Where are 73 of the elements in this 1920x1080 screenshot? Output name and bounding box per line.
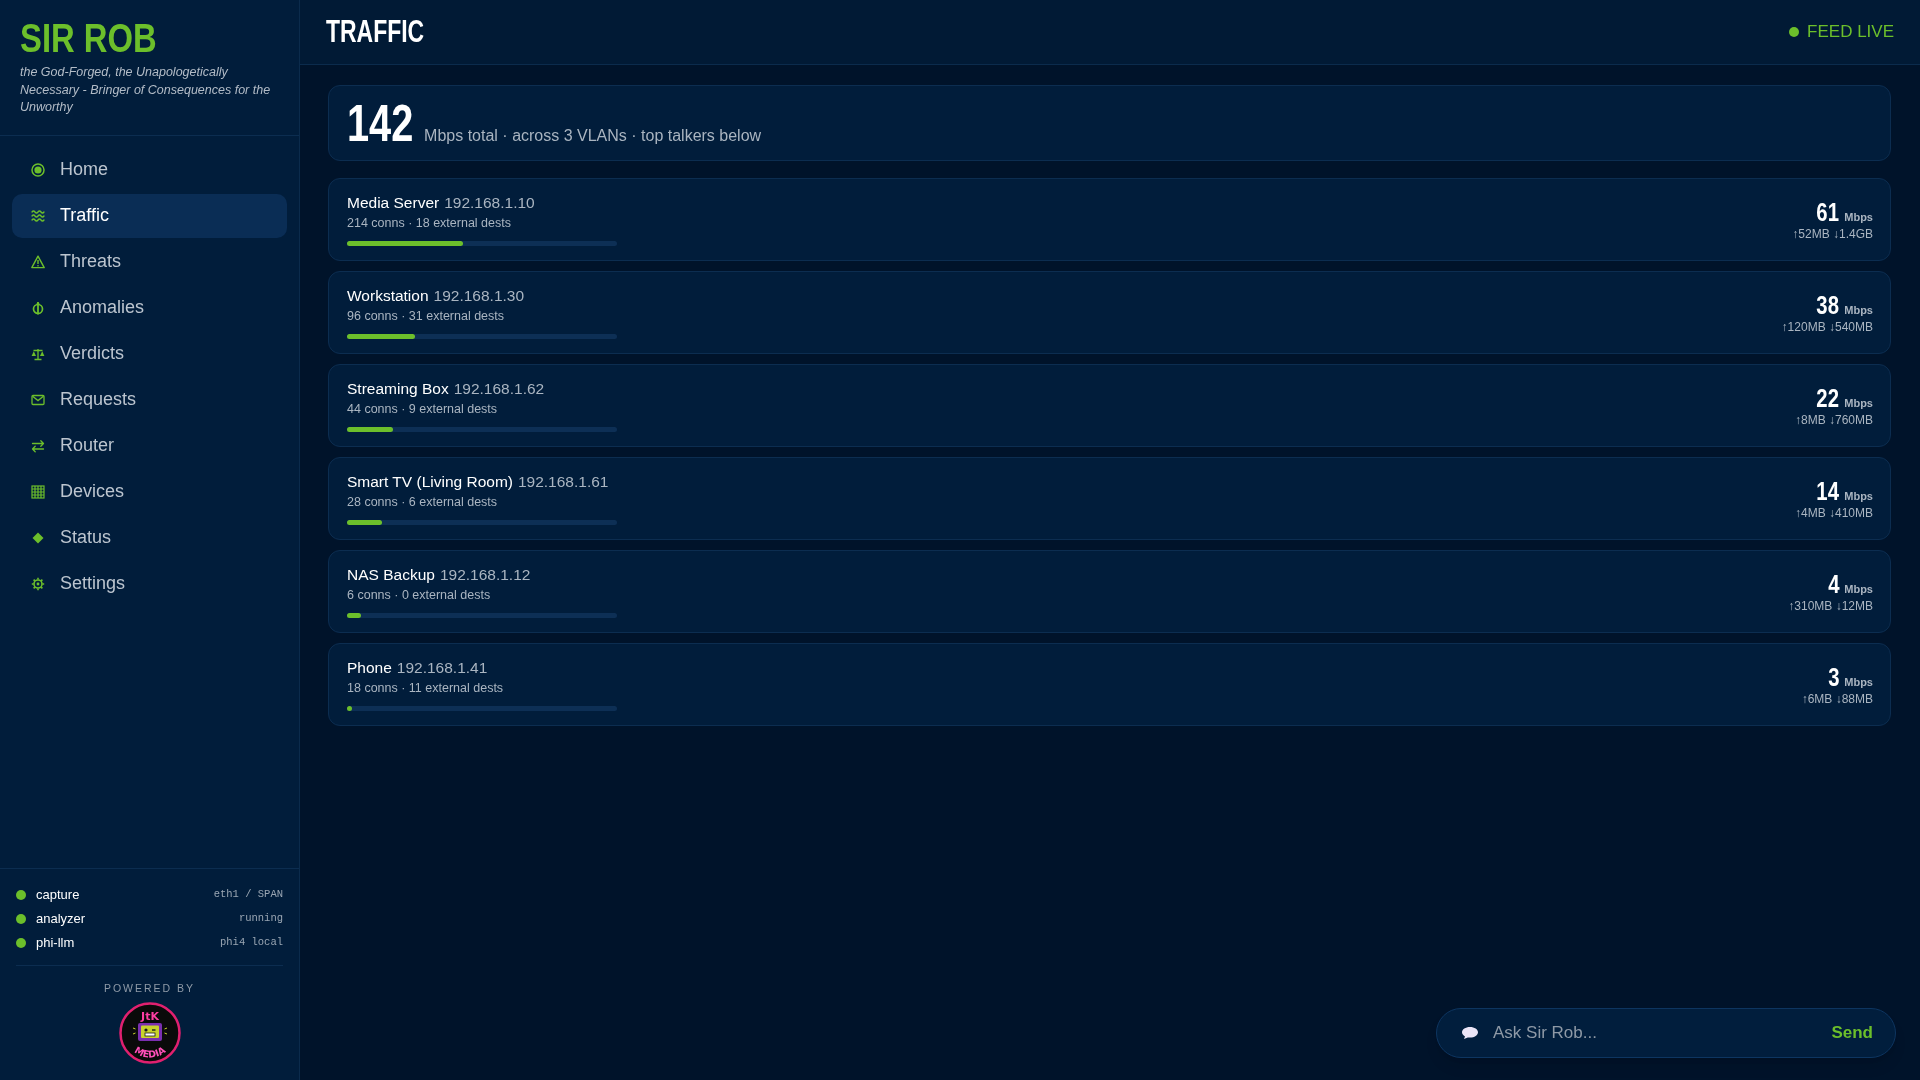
ip-address: 192.168.1.62 xyxy=(453,379,545,399)
rate-unit: Mbps xyxy=(1844,488,1873,504)
connection-details: 28 conns · 6 external dests xyxy=(347,494,498,511)
chat-field[interactable]: Ask Sir Rob... Send xyxy=(1436,1008,1896,1058)
nav-item[interactable]: Traffic xyxy=(12,193,287,238)
logo: JtK MEDIA xyxy=(118,1002,181,1064)
diamond-icon xyxy=(31,530,45,545)
rate-unit: Mbps xyxy=(1844,581,1873,597)
connection-details: 18 conns · 11 external dests xyxy=(347,680,504,697)
total-rate: 142 xyxy=(347,99,414,149)
scales-icon xyxy=(31,346,45,361)
rate-unit: Mbps xyxy=(1844,395,1873,411)
ip-address: 192.168.1.41 xyxy=(396,658,488,678)
powered-by-label: POWERED BY xyxy=(103,981,196,995)
transfer-totals: ↑310MB ↓12MB xyxy=(1788,598,1873,614)
nav-item[interactable]: Devices xyxy=(12,469,287,514)
rate-unit: Mbps xyxy=(1844,302,1873,318)
app-title: SIR ROB xyxy=(20,15,157,62)
envelope-icon xyxy=(31,392,45,407)
ip-address: 192.168.1.10 xyxy=(444,193,535,213)
transfer-totals: ↑8MB ↓760MB xyxy=(1794,412,1873,428)
ip-address: 192.168.1.30 xyxy=(433,286,525,306)
service-name: capture xyxy=(36,886,81,905)
settings-icon xyxy=(31,576,45,591)
service-name: analyzer xyxy=(36,910,87,929)
transfer-totals: ↑52MB ↓1.4GB xyxy=(1792,226,1873,242)
device-name: NAS Backup xyxy=(347,565,435,585)
connection-details: 96 conns · 31 external dests xyxy=(347,308,505,325)
connection-details: 44 conns · 9 external dests xyxy=(347,401,498,418)
connection-details: 6 conns · 0 external dests xyxy=(347,587,491,604)
nav-item[interactable]: Threats xyxy=(12,239,287,284)
service-detail: running xyxy=(238,911,283,927)
device-name: Smart TV (Living Room) xyxy=(347,472,513,492)
ip-address: 192.168.1.12 xyxy=(439,565,531,585)
wavy-lines-icon xyxy=(31,208,45,223)
circle-emblem-icon xyxy=(31,300,45,315)
service-name: phi-llm xyxy=(36,934,76,953)
ip-address: 192.168.1.61 xyxy=(517,472,609,492)
transfer-totals: ↑6MB ↓88MB xyxy=(1801,691,1873,707)
device-name: Media Server xyxy=(347,193,440,213)
device-name: Phone xyxy=(347,658,392,678)
nav-item[interactable]: Home xyxy=(12,147,287,192)
nav-item[interactable]: Router xyxy=(12,423,287,468)
service-detail: phi4 local xyxy=(220,935,283,951)
connection-details: 214 conns · 18 external dests xyxy=(347,215,511,232)
device-name: Workstation xyxy=(347,286,429,306)
rate-unit: Mbps xyxy=(1844,209,1873,225)
service-detail: eth1 / SPAN xyxy=(213,887,283,903)
rate-value: 14 xyxy=(1816,476,1840,505)
speech-bubble-icon xyxy=(1461,1026,1479,1040)
rate-value: 61 xyxy=(1816,197,1840,226)
nav-item[interactable]: Settings xyxy=(12,561,287,606)
page-title: TRAFFIC xyxy=(326,14,425,50)
transfer-totals: ↑120MB ↓540MB xyxy=(1781,319,1873,335)
feed-status: FEED LIVE xyxy=(1807,21,1894,44)
summary-caption: Mbps total · across 3 VLANs · top talkers below xyxy=(424,126,762,146)
rate-value: 3 xyxy=(1828,662,1840,691)
rate-value: 22 xyxy=(1816,383,1840,412)
bullseye-icon xyxy=(31,162,45,177)
rate-unit: Mbps xyxy=(1844,674,1873,690)
transfer-totals: ↑4MB ↓410MB xyxy=(1794,505,1873,521)
rate-value: 38 xyxy=(1816,290,1840,319)
grid-icon xyxy=(31,484,45,499)
device-name: Streaming Box xyxy=(347,379,449,399)
warning-icon xyxy=(31,254,45,269)
nav-item[interactable]: Status xyxy=(12,515,287,560)
nav-item[interactable]: Verdicts xyxy=(12,331,287,376)
swap-arrows-icon xyxy=(31,438,45,453)
tagline: the God-Forged, the Unapologetically Necessary - Bringer of Consequences for the Unworthy xyxy=(20,64,272,116)
send-button[interactable]: Send xyxy=(1829,1016,1875,1050)
nav-item[interactable]: Anomalies xyxy=(12,285,287,330)
rate-value: 4 xyxy=(1828,569,1840,598)
nav-item[interactable]: Requests xyxy=(12,377,287,422)
